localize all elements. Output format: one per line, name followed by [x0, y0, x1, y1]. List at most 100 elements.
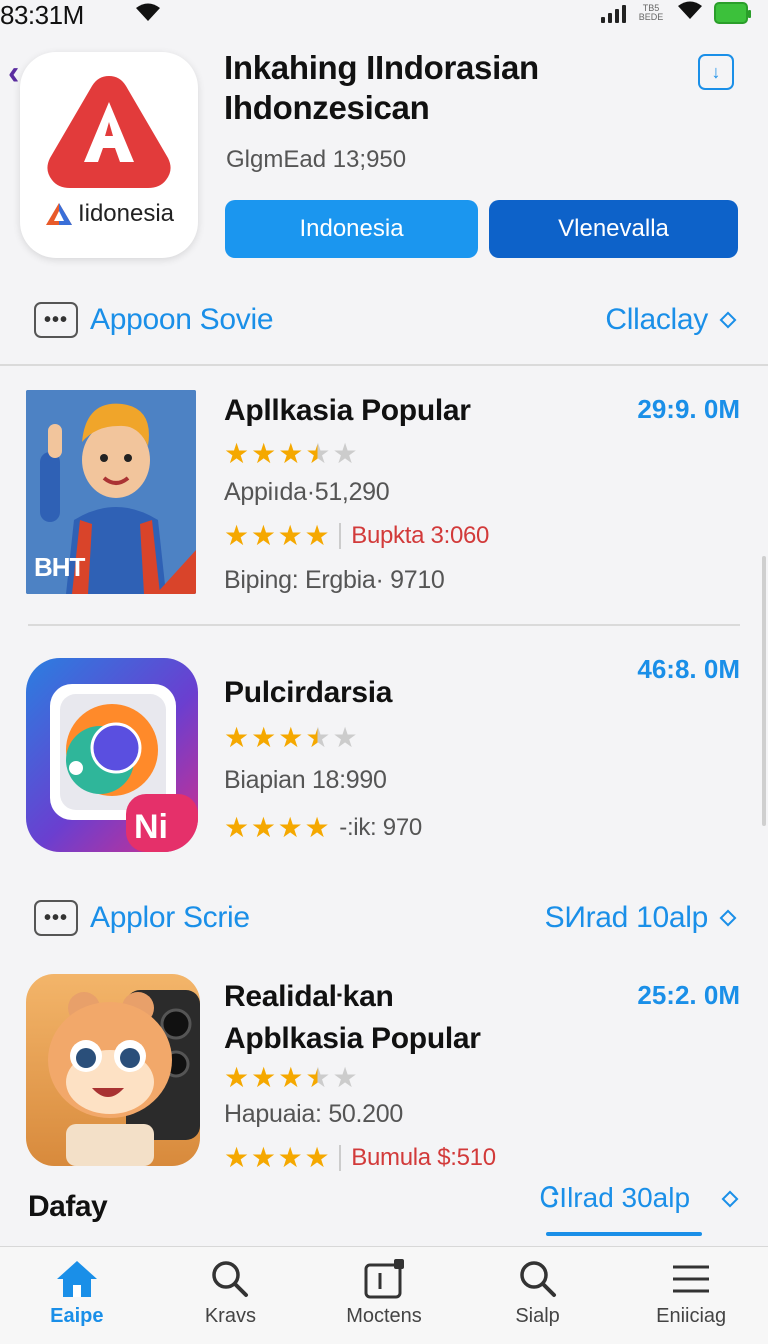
battery-icon — [714, 1, 751, 24]
bottom-action-label: ᏣIlrad 30alp — [540, 1182, 691, 1213]
star-icon: ★ — [304, 520, 330, 551]
star-empty-icon: ★ — [332, 1062, 358, 1093]
star-half-icon: ★ — [305, 438, 331, 469]
item-title: Pulcirdarsia — [224, 676, 393, 709]
item-size: 29:9. 0M — [637, 394, 740, 424]
tab-home[interactable]: Eaipe — [0, 1247, 154, 1344]
back-chevron-icon[interactable]: ‹ — [8, 54, 19, 93]
section-action[interactable]: SИrad 10alp — [545, 901, 740, 935]
bottom-section-action[interactable]: ᏣIlrad 30alp — [540, 1182, 742, 1215]
scrollbar[interactable] — [762, 556, 766, 826]
game-app-icon — [26, 974, 200, 1166]
star-icon: ★ — [224, 438, 250, 469]
status-bar: 83:31M TB5 BEDE — [0, 0, 768, 30]
tab-eniiciag[interactable]: Eniiciag — [614, 1247, 768, 1344]
divider — [339, 523, 342, 549]
star-half-icon: ★ — [305, 722, 331, 753]
tab-label: Sialp — [515, 1305, 560, 1327]
star-icon: ★ — [277, 1142, 303, 1173]
status-time: 83:31M — [0, 0, 84, 30]
app-hero-icon: Iidonesia — [20, 52, 198, 258]
status-right: TB5 BEDE — [601, 0, 751, 25]
mini-logo-icon — [45, 203, 72, 225]
item-title: Apllkasia Popular — [224, 394, 471, 427]
star-icon: ★ — [250, 520, 276, 551]
cartoon-thumbnail: BHT — [26, 390, 196, 594]
indonesia-button[interactable]: Indonesia — [225, 200, 478, 258]
hero-caption: Iidonesia — [20, 200, 198, 228]
vlenevalla-button[interactable]: Vlenevalla — [489, 200, 738, 258]
section-action[interactable]: Cllaclay — [605, 303, 740, 337]
page-title-line1: Inkahing IIndorasian — [224, 49, 539, 86]
star-icon: ★ — [251, 438, 277, 469]
item-meta-rating: ★ ★ ★ ★ -:ik: 970 — [224, 814, 422, 842]
star-rating: ★ ★ ★ ★ — [224, 520, 330, 551]
more-icon[interactable]: ••• — [34, 900, 78, 936]
item-meta: Biping: Ergbia· 9710 — [224, 566, 445, 594]
star-icon: ★ — [224, 1062, 250, 1093]
diamond-icon — [719, 909, 737, 927]
wifi-icon — [676, 0, 704, 25]
star-empty-icon: ★ — [332, 722, 358, 753]
star-half-icon: ★ — [305, 1062, 331, 1093]
tab-label: Eniiciag — [656, 1305, 727, 1327]
item-meta: Biapian 18:990 — [224, 766, 387, 794]
download-button[interactable]: ↓ — [698, 54, 734, 90]
star-icon: ★ — [278, 1062, 304, 1093]
section-label[interactable]: Appoon Sovie — [90, 303, 274, 337]
divider — [339, 1145, 342, 1171]
photo-app-icon: Ni — [26, 658, 198, 852]
star-icon: ★ — [278, 722, 304, 753]
thumbnail-text: BHT — [34, 552, 85, 582]
svg-text:Ni: Ni — [134, 808, 168, 846]
wifi-icon — [134, 2, 162, 27]
star-icon: ★ — [251, 722, 277, 753]
star-icon: ★ — [250, 812, 276, 843]
apps-icon — [364, 1259, 404, 1299]
page-subtitle: GlgmEad 13;950 — [226, 146, 407, 173]
star-rating: ★ ★ ★ ★ ★ — [224, 440, 358, 468]
item-meta: Appiıda·51,290 — [224, 478, 390, 506]
signal-icon — [601, 3, 626, 23]
search-icon — [519, 1261, 556, 1297]
item-meta-rating: ★ ★ ★ ★ Bumula $:510 — [224, 1144, 496, 1172]
star-icon: ★ — [277, 812, 303, 843]
search-icon — [212, 1261, 249, 1297]
list-item[interactable]: Realidaŀkan Apblkasia Popular 25:2. 0M ★… — [26, 974, 742, 1172]
star-icon: ★ — [250, 1142, 276, 1173]
star-icon: ★ — [224, 812, 249, 843]
section-header: ••• Applor Scrie SИrad 10alp — [34, 898, 740, 938]
tab-sialp[interactable]: Sialp — [461, 1247, 615, 1344]
bottom-section-label: Dafay — [28, 1190, 108, 1223]
item-title-line1: Realidaŀkan — [224, 980, 394, 1013]
active-underline — [546, 1232, 702, 1236]
section-action-label: Cllaclay — [605, 303, 708, 336]
star-empty-icon: ★ — [332, 438, 358, 469]
app-logo-icon — [47, 76, 171, 188]
tab-moctens[interactable]: Moctens — [307, 1247, 461, 1344]
item-meta-rating: ★ ★ ★ ★ Bupkta 3:060 — [224, 522, 489, 550]
item-meta: Hapuaia: 50.200 — [224, 1100, 403, 1128]
section-header: ••• Appoon Sovie Cllaclay — [34, 300, 740, 340]
section-action-label: SИrad 10alp — [544, 901, 709, 934]
page-title: Inkahing IIndorasian Ihdonzesican — [224, 48, 684, 128]
tab-kravs[interactable]: Kravs — [154, 1247, 308, 1344]
star-icon: ★ — [277, 520, 303, 551]
item-title-line2: Apblkasia Popular — [224, 1022, 481, 1055]
diamond-icon — [719, 311, 737, 329]
menu-icon — [673, 1265, 710, 1293]
list-item[interactable]: BHT Apllkasia Popular 29:9. 0M ★ ★ ★ ★ ★ App… — [26, 390, 742, 600]
tab-label: Moctens — [346, 1305, 422, 1327]
star-icon: ★ — [251, 1062, 277, 1093]
list-item[interactable]: Ni Pulcirdarsia 46:8. 0M ★ ★ ★ ★ ★ Biapian 1… — [26, 654, 742, 858]
star-rating: ★ ★ ★ ★ — [224, 812, 330, 843]
star-icon: ★ — [224, 722, 250, 753]
star-icon: ★ — [224, 1142, 249, 1173]
star-icon: ★ — [304, 1142, 330, 1173]
hero-caption-text: Iidonesia — [77, 200, 175, 227]
section-label[interactable]: Applor Scrie — [90, 901, 250, 935]
item-price: Bumula $:510 — [351, 1144, 496, 1171]
divider — [28, 624, 740, 626]
star-icon: ★ — [224, 520, 249, 551]
more-icon[interactable]: ••• — [34, 302, 78, 338]
